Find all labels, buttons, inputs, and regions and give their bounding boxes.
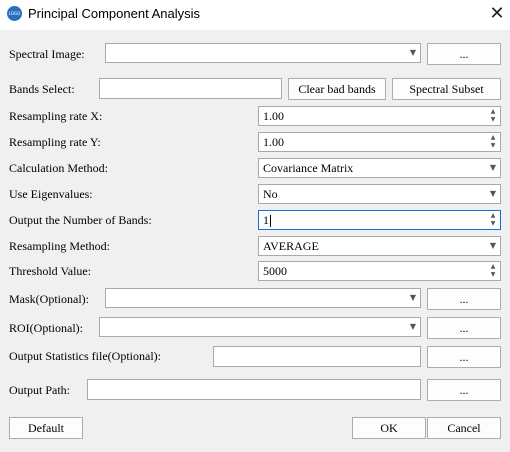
mask-label: Mask(Optional): bbox=[9, 292, 89, 306]
resampling-rate-x-spinbox[interactable]: 1.00 ▲ ▼ bbox=[258, 106, 501, 126]
output-bands-label: Output the Number of Bands: bbox=[9, 213, 152, 227]
use-eigenvalues-label: Use Eigenvalues: bbox=[9, 187, 93, 201]
use-eigenvalues-combo[interactable]: No ▼ bbox=[258, 184, 501, 204]
threshold-value-label: Threshold Value: bbox=[9, 264, 92, 278]
resampling-rate-y-value: 1.00 bbox=[263, 135, 284, 149]
mask-browse-button[interactable]: ... bbox=[427, 288, 501, 310]
mask-combo[interactable]: ▼ bbox=[105, 288, 421, 308]
clear-bad-bands-button[interactable]: Clear bad bands bbox=[288, 78, 386, 100]
spectral-image-combo[interactable]: ▼ bbox=[105, 43, 421, 63]
chevron-down-icon: ▼ bbox=[489, 189, 496, 198]
output-path-label: Output Path: bbox=[9, 383, 71, 397]
output-bands-spinbox[interactable]: 1 ▲ ▼ bbox=[258, 210, 501, 230]
threshold-value-value: 5000 bbox=[263, 264, 287, 278]
calculation-method-combo[interactable]: Covariance Matrix ▼ bbox=[258, 158, 501, 178]
resampling-method-value: AVERAGE bbox=[263, 239, 319, 253]
spin-arrows-icon[interactable]: ▲ ▼ bbox=[489, 134, 497, 150]
calculation-method-value: Covariance Matrix bbox=[263, 161, 354, 175]
roi-browse-button[interactable]: ... bbox=[427, 317, 501, 339]
statistics-file-browse-button[interactable]: ... bbox=[427, 346, 501, 368]
chevron-down-icon: ▼ bbox=[409, 48, 416, 57]
output-bands-value: 1 bbox=[263, 213, 271, 228]
statistics-file-label: Output Statistics file(Optional): bbox=[9, 349, 161, 363]
window-title: Principal Component Analysis bbox=[28, 6, 200, 21]
bands-select-label: Bands Select: bbox=[9, 82, 75, 96]
spectral-image-label: Spectral Image: bbox=[9, 47, 85, 61]
spin-arrows-icon[interactable]: ▲ ▼ bbox=[489, 263, 497, 279]
app-logo-icon: LOGO bbox=[7, 6, 22, 21]
chevron-down-icon: ▼ bbox=[409, 322, 416, 331]
resampling-method-label: Resampling Method: bbox=[9, 239, 110, 253]
spectral-subset-button[interactable]: Spectral Subset bbox=[392, 78, 501, 100]
close-icon[interactable]: ✕ bbox=[486, 3, 508, 25]
resampling-rate-x-label: Resampling rate X: bbox=[9, 109, 103, 123]
resampling-rate-y-spinbox[interactable]: 1.00 ▲ ▼ bbox=[258, 132, 501, 152]
calculation-method-label: Calculation Method: bbox=[9, 161, 108, 175]
threshold-value-spinbox[interactable]: 5000 ▲ ▼ bbox=[258, 261, 501, 281]
chevron-down-icon: ▼ bbox=[409, 293, 416, 302]
bands-select-input[interactable] bbox=[99, 78, 282, 99]
resampling-rate-x-value: 1.00 bbox=[263, 109, 284, 123]
statistics-file-input[interactable] bbox=[213, 346, 421, 367]
chevron-down-icon: ▼ bbox=[489, 241, 496, 250]
spin-arrows-icon[interactable]: ▲ ▼ bbox=[489, 108, 497, 124]
default-button[interactable]: Default bbox=[9, 417, 83, 439]
ok-button[interactable]: OK bbox=[352, 417, 426, 439]
spectral-image-browse-button[interactable]: ... bbox=[427, 43, 501, 65]
resampling-method-combo[interactable]: AVERAGE ▼ bbox=[258, 236, 501, 256]
cancel-button[interactable]: Cancel bbox=[427, 417, 501, 439]
roi-label: ROI(Optional): bbox=[9, 321, 83, 335]
spin-arrows-icon[interactable]: ▲ ▼ bbox=[489, 212, 497, 228]
use-eigenvalues-value: No bbox=[263, 187, 278, 201]
output-path-browse-button[interactable]: ... bbox=[427, 379, 501, 401]
roi-combo[interactable]: ▼ bbox=[99, 317, 421, 337]
chevron-down-icon: ▼ bbox=[489, 163, 496, 172]
output-path-input[interactable] bbox=[87, 379, 421, 400]
resampling-rate-y-label: Resampling rate Y: bbox=[9, 135, 101, 149]
